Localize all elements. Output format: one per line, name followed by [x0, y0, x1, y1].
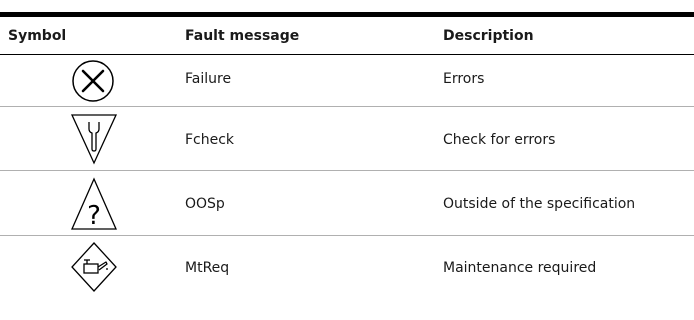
table-row: ? OOSp Outside of the specification — [0, 171, 694, 236]
description-cell: Outside of the specification — [443, 196, 636, 212]
failure-x-circle-icon — [70, 58, 116, 104]
description-cell: Maintenance required — [443, 260, 597, 276]
check-function-wrench-triangle-icon — [70, 113, 118, 165]
fault-message-cell: MtReq — [185, 260, 230, 276]
description-cell: Check for errors — [443, 132, 556, 148]
table-header-row: Symbol Fault message Description — [0, 17, 694, 55]
table-row: Fcheck Check for errors — [0, 107, 694, 171]
svg-text:?: ? — [87, 201, 101, 231]
fault-symbol-table: Symbol Fault message Description Failure… — [0, 0, 694, 320]
fault-message-cell: OOSp — [185, 196, 225, 212]
out-of-specification-question-triangle-icon: ? — [70, 177, 118, 231]
fault-message-cell: Fcheck — [185, 132, 235, 148]
fault-message-cell: Failure — [185, 71, 232, 87]
table-row: Failure Errors — [0, 55, 694, 107]
table-row: MtReq Maintenance required — [0, 236, 694, 300]
description-cell: Errors — [443, 71, 485, 87]
header-description: Description — [443, 28, 534, 44]
header-fault-message: Fault message — [185, 28, 300, 44]
maintenance-oilcan-diamond-icon — [70, 241, 118, 293]
header-symbol: Symbol — [8, 28, 67, 44]
